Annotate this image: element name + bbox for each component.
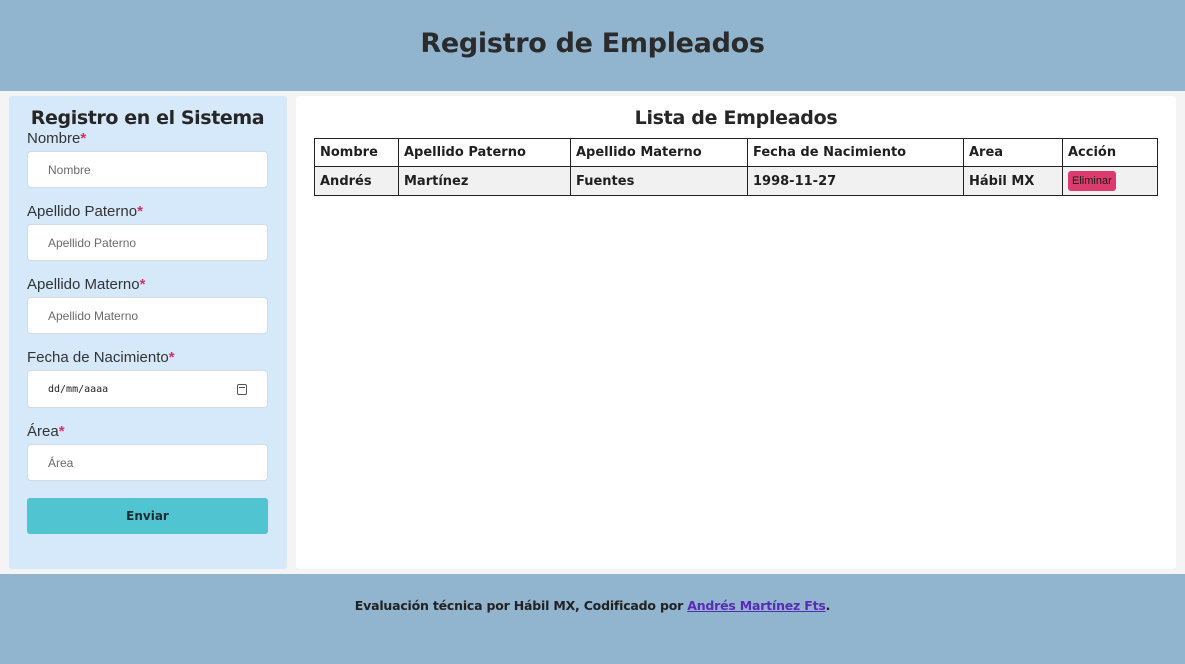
cell-nombre: Andrés	[314, 166, 399, 196]
employee-list-panel: Lista de Empleados Nombre Apellido Pater…	[296, 96, 1176, 569]
registration-form: Registro en el Sistema Nombre* Apellido …	[9, 96, 287, 569]
page-footer: Evaluación técnica por Hábil MX, Codific…	[0, 574, 1185, 664]
cell-apellido-paterno: Martínez	[398, 166, 571, 196]
apellido-materno-input[interactable]	[27, 297, 268, 334]
form-title: Registro en el Sistema	[30, 107, 265, 129]
column-header-apellido-paterno: Apellido Paterno	[398, 138, 571, 167]
apellido-materno-label: Apellido Materno*	[27, 276, 146, 293]
employee-table: Nombre Apellido Paterno Apellido Materno…	[314, 138, 1158, 196]
nombre-input[interactable]	[27, 151, 268, 188]
calendar-icon[interactable]	[237, 383, 247, 395]
cell-accion: Eliminar	[1062, 166, 1158, 196]
required-mark: *	[168, 349, 175, 366]
page-header: Registro de Empleados	[0, 0, 1185, 91]
cell-fecha: 1998-11-27	[747, 166, 964, 196]
column-header-apellido-materno: Apellido Materno	[570, 138, 748, 167]
table-header-row: Nombre Apellido Paterno Apellido Materno…	[314, 138, 1158, 167]
nombre-label: Nombre*	[27, 130, 87, 147]
cell-area: Hábil MX	[963, 166, 1063, 196]
fecha-nacimiento-label: Fecha de Nacimiento*	[27, 349, 175, 366]
page-title: Registro de Empleados	[420, 27, 765, 59]
required-mark: *	[137, 203, 143, 220]
table-row: Andrés Martínez Fuentes 1998-11-27 Hábil…	[314, 166, 1158, 196]
column-header-nombre: Nombre	[314, 138, 399, 167]
list-title: Lista de Empleados	[634, 107, 838, 129]
apellido-paterno-label: Apellido Paterno*	[27, 203, 143, 220]
submit-button[interactable]: Enviar	[27, 498, 268, 534]
cell-apellido-materno: Fuentes	[570, 166, 748, 196]
column-header-fecha-nacimiento: Fecha de Nacimiento	[747, 138, 964, 167]
area-input[interactable]	[27, 444, 268, 481]
column-header-accion: Acción	[1062, 138, 1158, 167]
delete-button[interactable]: Eliminar	[1068, 171, 1116, 191]
area-label: Área*	[27, 423, 65, 440]
column-header-area: Area	[963, 138, 1063, 167]
required-mark: *	[139, 276, 146, 293]
fecha-nacimiento-input[interactable]: dd/mm/aaaa	[27, 370, 268, 408]
required-mark: *	[80, 130, 87, 147]
author-link[interactable]: Andrés Martínez Fts	[687, 598, 826, 613]
required-mark: *	[58, 423, 65, 440]
footer-text: Evaluación técnica por Hábil MX, Codific…	[354, 598, 831, 613]
date-placeholder: dd/mm/aaaa	[48, 383, 109, 395]
apellido-paterno-input[interactable]	[27, 224, 268, 261]
